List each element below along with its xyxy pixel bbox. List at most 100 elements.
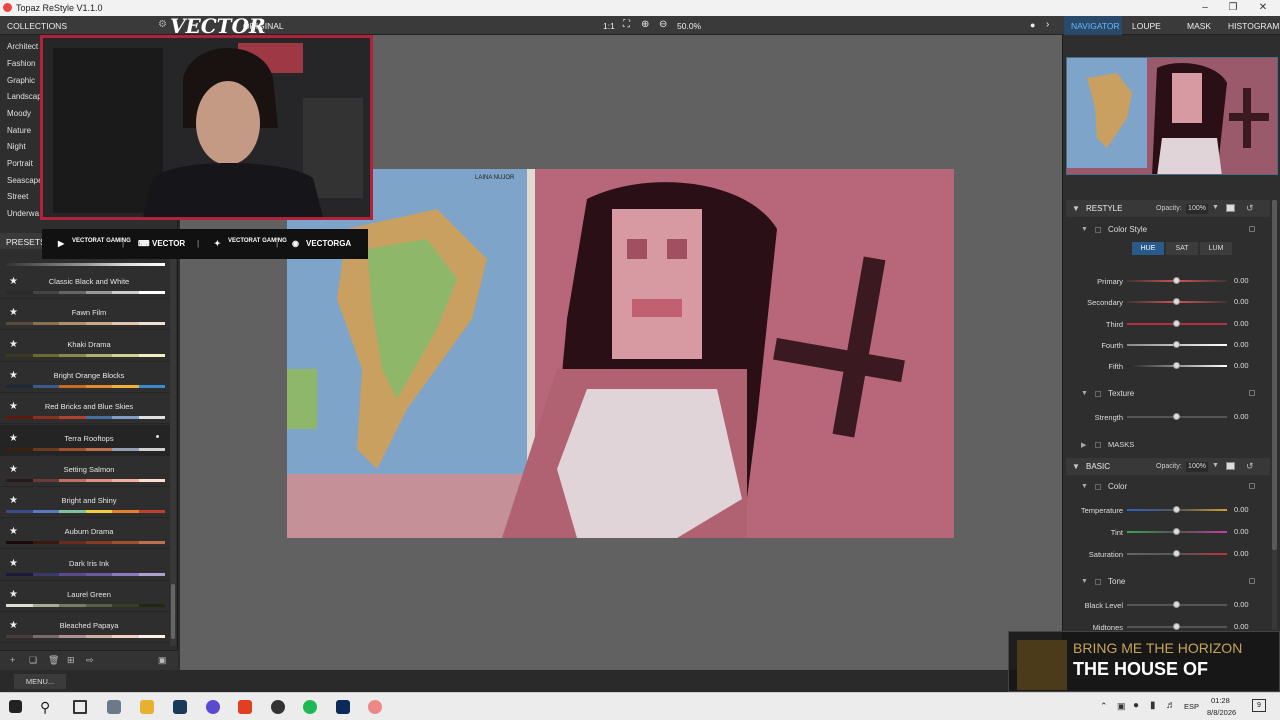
language-indicator[interactable]: ESP <box>1184 702 1199 711</box>
reset-icon[interactable] <box>1249 226 1255 232</box>
collection-item[interactable]: Street <box>7 192 28 201</box>
enable-checkbox[interactable] <box>1095 442 1101 448</box>
zoom-1to1-button[interactable]: 1:1 <box>603 21 615 31</box>
gear-icon[interactable]: ⚙ <box>158 19 167 30</box>
preset-item[interactable]: ★ Laurel Green <box>0 581 170 612</box>
scroll-thumb[interactable] <box>171 584 175 639</box>
slider-value[interactable]: 0.00 <box>1234 622 1249 631</box>
slider-value[interactable]: 0.00 <box>1234 319 1249 328</box>
collection-item[interactable]: Underwa <box>7 209 39 218</box>
collapse-icon[interactable]: ▼ <box>1081 226 1088 233</box>
tab-mask[interactable]: MASK <box>1187 21 1211 31</box>
opacity-dropdown-icon[interactable]: ▼ <box>1212 204 1219 211</box>
slider-knob[interactable] <box>1173 340 1180 348</box>
maximize-button[interactable]: ❐ <box>1218 0 1248 16</box>
discord-app-icon[interactable] <box>206 700 220 714</box>
collapse-icon[interactable]: ▼ <box>1081 483 1088 490</box>
menu-button[interactable]: MENU... <box>14 674 66 689</box>
preset-scrollbar[interactable] <box>170 259 176 646</box>
slider-knob[interactable] <box>1173 550 1180 557</box>
add-icon[interactable]: + <box>10 656 20 665</box>
explorer-app-icon[interactable] <box>107 700 121 714</box>
enable-checkbox[interactable] <box>1095 484 1101 490</box>
notification-icon[interactable]: 9 <box>1252 699 1266 712</box>
export-icon[interactable]: ⇨ <box>86 656 96 665</box>
volume-icon[interactable]: ♬ <box>1166 700 1176 711</box>
slider-value[interactable]: 0.00 <box>1234 361 1249 370</box>
topaz-app-icon[interactable] <box>368 700 382 714</box>
basic-section-header[interactable]: ▼ BASIC Opacity: 100% ▼ ↺ <box>1066 458 1270 475</box>
collection-item[interactable]: Fashion <box>7 59 35 68</box>
minimize-button[interactable]: – <box>1190 0 1220 16</box>
slider-value[interactable]: 0.00 <box>1234 340 1249 349</box>
preview-photo[interactable]: LAINA NUJOR <box>287 169 954 538</box>
collapse-icon[interactable]: ▼ <box>1081 390 1088 397</box>
slider-knob[interactable] <box>1173 506 1180 513</box>
layer-toggle-icon[interactable] <box>1226 462 1235 470</box>
collapse-icon[interactable]: ▼ <box>1072 204 1080 213</box>
preset-item[interactable]: ★ Bright and Shiny <box>0 487 170 519</box>
tab-lum[interactable]: LUM <box>1200 242 1232 255</box>
strength-knob[interactable] <box>1173 413 1180 420</box>
search-icon[interactable]: ⚲ <box>40 700 54 714</box>
camera-icon[interactable]: ▣ <box>158 656 168 665</box>
collapse-icon[interactable]: ▼ <box>1081 578 1088 585</box>
slider-value[interactable]: 0.00 <box>1234 505 1249 514</box>
tab-histogram[interactable]: HISTOGRAM <box>1228 21 1279 31</box>
preset-item[interactable]: ★ Bright Orange Blocks <box>0 362 170 393</box>
zoom-in-icon[interactable]: ⊕ <box>641 19 649 30</box>
reset-icon[interactable] <box>1249 390 1255 396</box>
delete-icon[interactable]: 🗑 <box>48 656 59 665</box>
preset-item[interactable]: ★ Auburn Drama <box>0 518 170 550</box>
copy-icon[interactable]: ❏ <box>29 656 39 665</box>
collection-item[interactable]: Graphic <box>7 76 35 85</box>
collection-item[interactable]: Portrait <box>7 159 33 168</box>
expand-icon[interactable]: ▶ <box>1081 441 1086 449</box>
reset-icon[interactable] <box>1249 483 1255 489</box>
slider-value[interactable]: 0.00 <box>1234 549 1249 558</box>
slider-knob[interactable] <box>1173 623 1180 630</box>
pin-icon[interactable]: ● <box>1030 20 1035 30</box>
reset-icon[interactable]: ↺ <box>1246 461 1254 472</box>
preset-item[interactable]: ★ Classic Black and White <box>0 268 170 299</box>
zoom-out-icon[interactable]: ⊖ <box>659 19 667 30</box>
preset-item[interactable]: ★ Bleached Papaya <box>0 612 170 644</box>
preset-item[interactable]: ★ Terra Rooftops <box>0 424 170 456</box>
enable-checkbox[interactable] <box>1095 579 1101 585</box>
obs-app-icon[interactable] <box>271 700 285 714</box>
collection-item[interactable]: Landscap <box>7 92 42 101</box>
masks-label[interactable]: MASKS <box>1108 440 1134 449</box>
import-icon[interactable]: ⊞ <box>67 656 77 665</box>
folder-app-icon[interactable] <box>140 700 154 714</box>
collection-item[interactable]: Seascape <box>7 176 43 185</box>
opacity-input[interactable]: 100% <box>1186 204 1208 214</box>
preset-item[interactable]: ★ Red Bricks and Blue Skies <box>0 393 170 425</box>
opacity-dropdown-icon[interactable]: ▼ <box>1212 462 1219 469</box>
slider-knob[interactable] <box>1173 277 1180 284</box>
collection-item[interactable]: Architect <box>7 42 38 51</box>
restyle-section-header[interactable]: ▼ RESTYLE Opacity: 100% ▼ ↺ <box>1066 200 1270 217</box>
preset-item[interactable]: ★ Khaki Drama <box>0 331 170 362</box>
tab-loupe[interactable]: LOUPE <box>1132 21 1161 31</box>
slider-knob[interactable] <box>1173 528 1180 535</box>
navigator-thumbnail[interactable] <box>1066 57 1278 175</box>
reset-icon[interactable] <box>1249 578 1255 584</box>
preset-item[interactable]: ★ Setting Salmon <box>0 456 170 487</box>
clock-date[interactable]: 8/8/2026 <box>1207 708 1236 717</box>
layer-toggle-icon[interactable] <box>1226 204 1235 212</box>
clock-time[interactable]: 01:28 <box>1211 696 1230 705</box>
tab-sat[interactable]: SAT <box>1166 242 1198 255</box>
tab-hue[interactable]: HUE <box>1132 242 1164 255</box>
windows-start-icon[interactable] <box>9 700 22 713</box>
brave-app-icon[interactable] <box>238 700 252 714</box>
reset-icon[interactable]: ↺ <box>1246 203 1254 214</box>
mic-icon[interactable]: ● <box>1133 700 1139 711</box>
enable-checkbox[interactable] <box>1095 391 1101 397</box>
collection-item[interactable]: Nature <box>7 126 31 135</box>
slider-value[interactable]: 0.00 <box>1234 527 1249 536</box>
steam-app-icon[interactable] <box>173 700 187 714</box>
strength-value[interactable]: 0.00 <box>1234 412 1249 421</box>
collapse-icon[interactable]: ▼ <box>1072 462 1080 471</box>
spotify-app-icon[interactable] <box>303 700 317 714</box>
slider-knob[interactable] <box>1173 319 1180 327</box>
